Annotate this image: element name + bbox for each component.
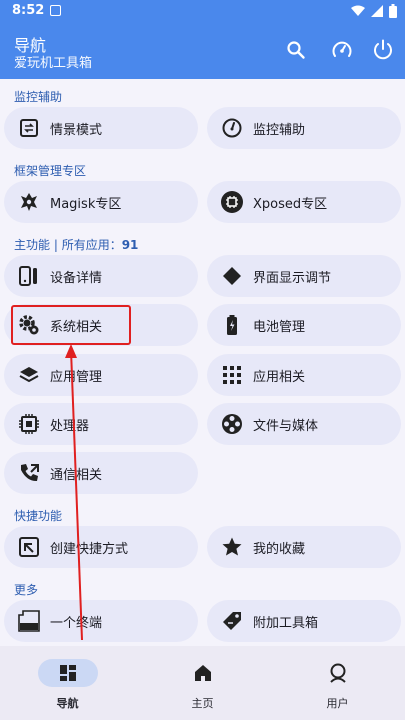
nav-tab-home[interactable]: 主页 <box>135 646 270 720</box>
bottom-navigation: 导航 主页 用户 <box>0 646 405 720</box>
dashboard-icon <box>59 665 76 681</box>
user-icon <box>329 663 346 683</box>
tag-icon <box>219 608 245 634</box>
card-label: 设备详情 <box>50 270 103 286</box>
card-label: 情景模式 <box>50 122 103 138</box>
card-label: 监控辅助 <box>253 122 306 138</box>
card-label: 创建快捷方式 <box>50 541 129 557</box>
apps-count: 91 <box>121 238 139 252</box>
section-framework-title: 框架管理专区 <box>14 164 87 178</box>
card-files-media[interactable]: 文件与媒体 <box>207 403 401 445</box>
home-icon <box>194 665 211 681</box>
card-label: 一个终端 <box>50 615 103 631</box>
nav-label: 主页 <box>191 697 214 710</box>
status-icons <box>351 4 397 18</box>
signal-icon <box>371 5 383 17</box>
nav-active-pill <box>37 659 98 687</box>
card-terminal[interactable]: 一个终端 <box>4 600 198 642</box>
nav-label: 导航 <box>56 697 79 710</box>
card-magisk[interactable]: Magisk专区 <box>4 181 198 223</box>
card-label: 通信相关 <box>50 467 103 483</box>
nav-tab-navigation[interactable]: 导航 <box>0 646 135 720</box>
card-device-info[interactable]: 设备详情 <box>4 255 198 297</box>
status-bar: 8:52 <box>0 0 405 24</box>
status-time: 8:52 <box>12 3 45 18</box>
card-processor[interactable]: 处理器 <box>4 403 198 445</box>
wifi-icon <box>351 5 365 16</box>
section-more-title: 更多 <box>14 583 39 597</box>
card-battery[interactable]: 电池管理 <box>207 304 401 346</box>
card-xposed[interactable]: Xposed专区 <box>207 181 401 223</box>
highlight-box <box>11 305 131 345</box>
grid-icon <box>219 362 245 388</box>
gauge-icon <box>219 115 245 141</box>
battery-icon <box>219 312 245 338</box>
display-tilt-icon <box>219 263 245 289</box>
section-main-title: 主功能 | 所有应用：91 <box>14 236 138 253</box>
search-icon <box>287 41 305 59</box>
card-create-shortcut[interactable]: 创建快捷方式 <box>4 526 198 568</box>
section-shortcut-title: 快捷功能 <box>14 509 63 523</box>
shortcut-arrow-icon <box>16 534 42 560</box>
notification-a-icon <box>50 5 61 16</box>
nav-pill <box>308 659 368 687</box>
card-label: 我的收藏 <box>253 541 306 557</box>
card-label: 应用相关 <box>253 369 306 385</box>
processor-chip-icon <box>16 411 42 437</box>
layers-icon <box>16 362 42 388</box>
card-label: 应用管理 <box>50 369 103 385</box>
card-display-adjust[interactable]: 界面显示调节 <box>207 255 401 297</box>
device-info-icon <box>16 263 42 289</box>
speedometer-button[interactable] <box>328 36 356 64</box>
magisk-icon <box>16 189 42 215</box>
page-subtitle: 爱玩机工具箱 <box>14 56 93 71</box>
card-label: 附加工具箱 <box>253 615 319 631</box>
shell-icon <box>16 608 42 634</box>
card-monitor-assist[interactable]: 监控辅助 <box>207 107 401 149</box>
chip-circle-icon <box>219 189 245 215</box>
battery-icon <box>389 4 397 18</box>
phone-forward-icon <box>16 460 42 486</box>
card-label: 处理器 <box>50 418 90 434</box>
section-main-label: 主功能 <box>14 238 51 252</box>
card-label: Magisk专区 <box>50 196 122 212</box>
swap-icon <box>16 115 42 141</box>
speedometer-icon <box>332 41 352 57</box>
nav-label: 用户 <box>326 697 349 710</box>
card-label: Xposed专区 <box>253 196 328 212</box>
section-separator: | <box>50 238 62 252</box>
card-communication[interactable]: 通信相关 <box>4 452 198 494</box>
apps-count-label: 所有应用： <box>61 238 122 252</box>
card-app-related[interactable]: 应用相关 <box>207 354 401 396</box>
nav-pill <box>173 659 233 687</box>
card-app-manage[interactable]: 应用管理 <box>4 354 198 396</box>
power-button[interactable] <box>369 36 397 64</box>
card-label: 电池管理 <box>253 319 306 335</box>
card-label: 界面显示调节 <box>253 270 332 286</box>
power-icon <box>374 39 392 60</box>
nav-tab-user[interactable]: 用户 <box>270 646 405 720</box>
card-favorites[interactable]: 我的收藏 <box>207 526 401 568</box>
star-icon <box>219 534 245 560</box>
search-button[interactable] <box>282 36 310 64</box>
card-label: 文件与媒体 <box>253 418 319 434</box>
section-monitor-title: 监控辅助 <box>14 90 63 104</box>
card-scene-mode[interactable]: 情景模式 <box>4 107 198 149</box>
app-header: 8:52 导航 爱玩机工具箱 <box>0 0 405 79</box>
card-extra-tools[interactable]: 附加工具箱 <box>207 600 401 642</box>
film-reel-icon <box>219 411 245 437</box>
